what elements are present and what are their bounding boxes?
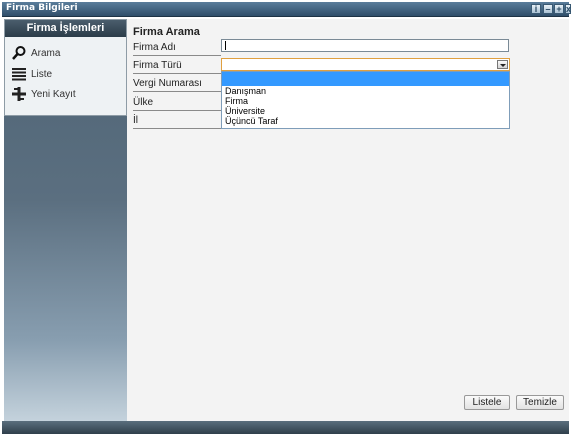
firma-adi-label: Firma Adı: [133, 42, 176, 53]
vergi-numarasi-label: Vergi Numarası: [133, 78, 202, 89]
il-row: İl: [133, 113, 221, 129]
temizle-button[interactable]: Temizle: [516, 395, 564, 410]
firma-turu-select[interactable]: [221, 58, 510, 71]
sidebar: Firma İşlemleri Arama Liste Yeni Kayıt: [4, 19, 127, 421]
page-title: Firma Arama: [133, 26, 200, 38]
dropdown-option-ucuncu-taraf[interactable]: Üçüncü Taraf: [222, 116, 509, 126]
ulke-row: Ülke: [133, 95, 221, 111]
listele-button[interactable]: Listele: [464, 395, 510, 410]
firma-adi-row: Firma Adı: [133, 40, 221, 56]
title-bar: Firma Bilgileri i – + x: [2, 2, 571, 17]
dropdown-option-universite[interactable]: Üniversite: [222, 106, 509, 116]
ulke-label: Ülke: [133, 97, 154, 108]
vergi-numarasi-row: Vergi Numarası: [133, 76, 221, 92]
new-record-icon: [11, 86, 27, 102]
sidebar-item-label: Arama: [31, 48, 61, 59]
firma-turu-label: Firma Türü: [133, 60, 182, 71]
firma-turu-dropdown: Danışman Firma Üniversite Üçüncü Taraf: [221, 71, 510, 129]
firma-bilgileri-window: Firma Bilgileri i – + x Firma İşlemleri …: [0, 0, 571, 436]
search-icon: [11, 45, 27, 61]
sidebar-item-label: Yeni Kayıt: [31, 89, 76, 100]
firma-turu-row: Firma Türü: [133, 58, 221, 74]
dropdown-option-firma[interactable]: Firma: [222, 96, 509, 106]
firma-adi-input[interactable]: [221, 39, 509, 52]
close-icon[interactable]: x: [565, 4, 571, 14]
status-bar: [2, 421, 569, 434]
chevron-down-icon[interactable]: [497, 60, 508, 69]
minimize-icon[interactable]: –: [543, 4, 553, 14]
main-panel: Firma Arama Firma Adı Firma Türü Vergi N…: [127, 19, 569, 421]
menu-panel: Firma İşlemleri Arama Liste Yeni Kayıt: [4, 19, 127, 116]
menu-header: Firma İşlemleri: [5, 20, 126, 37]
window-title: Firma Bilgileri: [6, 3, 78, 13]
dropdown-option-danisman[interactable]: Danışman: [222, 86, 509, 96]
dropdown-option-empty[interactable]: [222, 72, 509, 86]
text-caret: [225, 41, 226, 50]
sidebar-item-label: Liste: [31, 69, 53, 80]
il-label: İl: [133, 115, 138, 126]
list-icon: [11, 66, 27, 82]
maximize-icon[interactable]: +: [554, 4, 564, 14]
info-icon[interactable]: i: [531, 4, 541, 14]
